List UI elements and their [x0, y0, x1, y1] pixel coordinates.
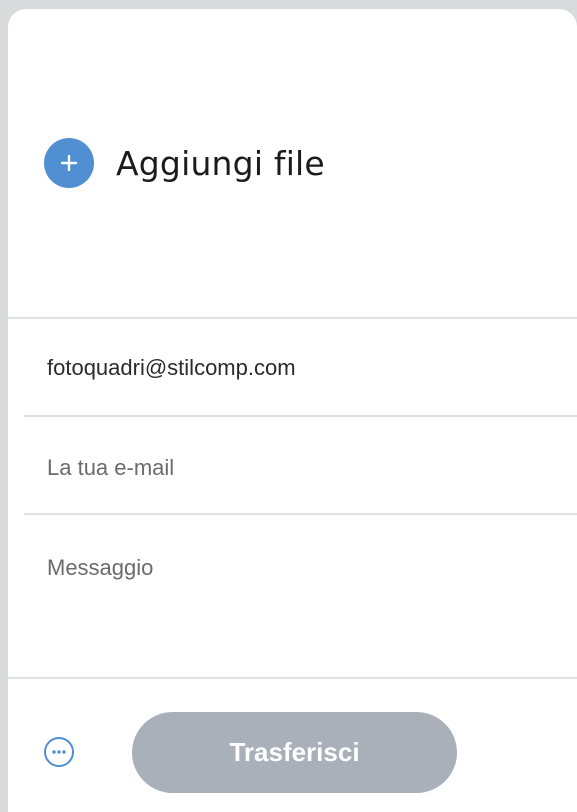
divider [24, 513, 577, 515]
more-options-button[interactable] [44, 737, 74, 767]
add-file-button[interactable]: Aggiungi file [44, 135, 325, 191]
divider [24, 415, 577, 417]
more-options-icon [52, 750, 66, 754]
divider [8, 677, 577, 679]
add-file-label: Aggiungi file [116, 143, 325, 183]
add-circle [44, 138, 94, 188]
transfer-button[interactable]: Trasferisci [132, 712, 457, 793]
message-field[interactable]: Messaggio [47, 555, 547, 675]
recipient-email-field[interactable]: fotoquadri@stilcomp.com [47, 355, 547, 381]
transfer-panel: Aggiungi file fotoquadri@stilcomp.com La… [8, 9, 577, 812]
divider [8, 317, 577, 319]
sender-email-field[interactable]: La tua e-mail [47, 455, 547, 481]
plus-icon [60, 154, 78, 172]
